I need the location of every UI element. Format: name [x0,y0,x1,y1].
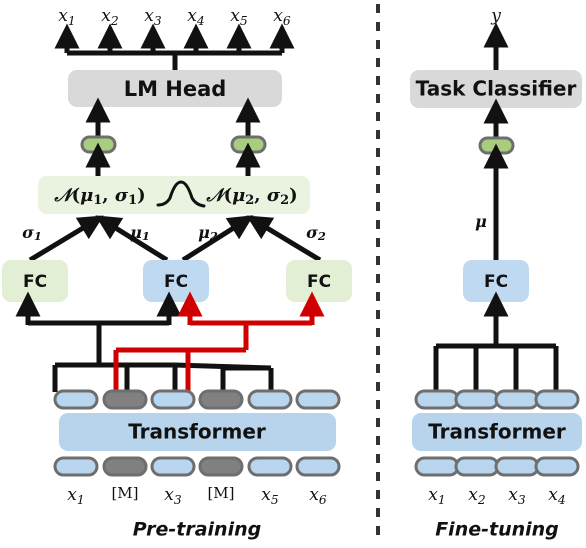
input-label-3: x3 [164,485,182,507]
input-token-labels-finetune: x1 x2 x3 x4 [428,485,565,507]
fc-block-left: FC [2,260,68,302]
caption-finetuning: Fine-tuning [435,519,559,541]
output-label-x6: x6 [273,6,291,28]
output-label-x2: x2 [101,6,119,28]
hidden-token-4-masked [198,389,244,410]
param-label-mu-finetune: μ [475,212,487,231]
fc-label-finetune: FC [484,272,508,292]
transformer-label-finetune: Transformer [428,420,566,444]
lm-head-fanout-bus [67,50,282,70]
latent-pill-z2 [230,135,267,154]
transformer-label-pretraining: Transformer [128,420,266,444]
param-label-mu1: μ1 [130,223,150,244]
lm-head-block: LM Head [68,70,282,107]
input-token-5 [247,456,293,477]
hidden-token-2-masked [102,389,148,410]
latent-to-lmhead-arrows [85,97,261,140]
param-label-sigma2: σ2 [306,223,326,244]
hidden-token-3 [150,389,196,410]
finetuning-panel: y Task Classifier μ FC Transformer x1 x2… [410,6,582,541]
input-label-finetune-4: x4 [548,485,565,507]
hidden-token-finetune-3 [494,389,540,410]
output-label-y: y [490,6,501,26]
black-routing-arrows [15,291,182,323]
input-token-row-finetune [414,456,580,477]
hidden-token-finetune-4 [534,389,580,410]
input-token-row-pretraining [53,456,341,477]
input-token-labels-pretraining: x1 [M] x3 [M] x5 x6 [67,484,327,507]
task-classifier-label: Task Classifier [416,77,577,101]
figure-canvas: x1 x2 x3 x4 x5 x6 LM Head 𝒩(μ1, σ1) 𝒩(μ2… [0,0,586,548]
hidden-token-1 [53,389,99,410]
output-label-x1: x1 [58,6,75,28]
fc-to-distribution-arrows [28,215,322,263]
fc-label-middle: FC [164,272,188,292]
fc-label-right: FC [307,272,331,292]
latent-pill-z1 [80,135,117,154]
fc-block-right: FC [286,260,352,302]
input-token-finetune-4 [534,456,580,477]
black-routing-bus [25,320,274,392]
input-label-1: x1 [67,485,84,507]
hidden-token-6 [295,389,341,410]
input-token-finetune-3 [494,456,540,477]
latent-pill-z-finetune [478,136,515,155]
input-token-2-masked [102,456,148,477]
input-token-finetune-1 [414,456,460,477]
task-classifier-block: Task Classifier [410,70,582,108]
distribution-block: 𝒩(μ1, σ1) 𝒩(μ2, σ2) [38,176,310,214]
red-routing-arrows [177,291,325,323]
input-label-5: x5 [261,485,279,507]
fc-block-finetune: FC [463,260,529,302]
output-label-x5: x5 [230,6,248,28]
input-token-1 [53,456,99,477]
input-label-2-mask: [M] [111,484,138,502]
architecture-diagram: x1 x2 x3 x4 x5 x6 LM Head 𝒩(μ1, σ1) 𝒩(μ2… [2,4,582,544]
caption-pretraining: Pre-training [133,519,261,541]
input-token-finetune-2 [454,456,500,477]
fc-block-middle: FC [143,260,209,302]
input-label-finetune-2: x2 [468,485,486,507]
input-token-3 [150,456,196,477]
output-label-x3: x3 [144,6,162,28]
finetune-aggregation-tree [433,343,559,392]
input-token-4-masked [198,456,244,477]
hidden-token-finetune-1 [414,389,460,410]
fc-label-left: FC [23,272,47,292]
lm-head-label: LM Head [124,77,227,101]
input-token-6 [295,456,341,477]
lm-head-output-arrows [54,23,295,53]
param-label-sigma1: σ1 [22,223,42,244]
hidden-token-row-finetune [414,389,580,410]
input-label-6: x6 [309,485,327,507]
pretraining-panel: x1 x2 x3 x4 x5 x6 LM Head 𝒩(μ1, σ1) 𝒩(μ2… [2,6,352,541]
transformer-block-pretraining: Transformer [59,413,336,451]
input-label-4-mask: [M] [207,484,234,502]
output-label-x4: x4 [187,6,204,28]
red-routing-bus [113,320,315,392]
dist-to-latent-arrows [85,142,261,176]
hidden-token-finetune-2 [454,389,500,410]
param-label-mu2: μ2 [198,223,218,244]
input-label-finetune-3: x3 [508,485,526,507]
pretraining-output-labels: x1 x2 x3 x4 x5 x6 [58,6,291,28]
transformer-block-finetune: Transformer [412,413,582,451]
input-label-finetune-1: x1 [428,485,445,507]
hidden-token-5 [247,389,293,410]
hidden-token-row [53,389,341,410]
